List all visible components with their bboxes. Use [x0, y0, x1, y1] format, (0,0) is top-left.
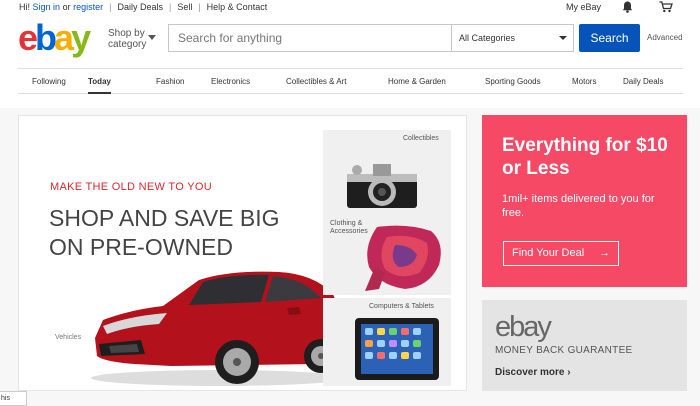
scarf-image: [365, 225, 441, 291]
help-contact-link[interactable]: Help & Contact: [207, 0, 268, 14]
collectibles-label: Collectibles: [403, 135, 439, 142]
divider: |: [109, 2, 112, 12]
category-select-value: All Categories: [459, 33, 516, 43]
chevron-right-icon: ›: [567, 367, 571, 378]
search-button[interactable]: Search: [579, 24, 640, 52]
my-ebay-link[interactable]: My eBay: [566, 0, 601, 14]
promo-title: Everything for $10 or Less: [502, 135, 668, 179]
bell-icon[interactable]: [622, 1, 633, 13]
find-your-deal-label: Find Your Deal: [512, 247, 585, 259]
caret-down-icon: [559, 36, 567, 40]
tab-daily-deals[interactable]: Daily Deals: [623, 69, 663, 94]
computers-tablets-tile[interactable]: Computers & Tablets: [323, 298, 451, 386]
divider: |: [168, 2, 172, 12]
discover-more-link[interactable]: Discover more ›: [495, 367, 571, 378]
hero-title: SHOP AND SAVE BIG ON PRE-OWNED: [49, 205, 280, 260]
sell-link[interactable]: Sell: [177, 0, 192, 14]
arrow-right-icon: →: [599, 247, 610, 259]
ebay-guarantee-logo: ebay: [495, 311, 552, 343]
promo-banner[interactable]: Everything for $10 or Less 1mil+ items d…: [482, 115, 687, 287]
discover-more-label: Discover more: [495, 367, 565, 378]
camera-image: [347, 164, 417, 208]
register-link[interactable]: register: [73, 0, 103, 14]
clothing-accessories-tile[interactable]: Clothing & Accessories: [323, 213, 451, 295]
bottom-tab[interactable]: his: [0, 391, 27, 406]
category-select[interactable]: All Categories: [451, 24, 574, 52]
tab-collectibles-art[interactable]: Collectibles & Art: [286, 69, 346, 94]
tab-following[interactable]: Following: [32, 69, 66, 94]
greeting: Hi!: [19, 2, 30, 12]
find-your-deal-button[interactable]: Find Your Deal →: [503, 241, 619, 266]
car-image[interactable]: [89, 258, 347, 388]
hero-tagline: MAKE THE OLD NEW TO YOU: [50, 181, 212, 193]
cart-icon[interactable]: [659, 1, 673, 13]
divider: |: [198, 2, 201, 12]
top-bar-left: Hi! Sign in or register | Daily Deals | …: [19, 0, 267, 14]
top-bar: Hi! Sign in or register | Daily Deals | …: [0, 0, 700, 14]
promo-subtitle: 1mil+ items delivered to you for free.: [502, 193, 655, 219]
tab-fashion[interactable]: Fashion: [156, 69, 184, 94]
ebay-logo[interactable]: ebay: [18, 20, 91, 56]
tablet-image: [355, 318, 439, 380]
tab-motors[interactable]: Motors: [572, 69, 596, 94]
tab-home-garden[interactable]: Home & Garden: [388, 69, 446, 94]
money-back-guarantee-banner[interactable]: ebay MONEY BACK GUARANTEE Discover more …: [482, 300, 687, 391]
search-input[interactable]: Search for anything: [168, 24, 451, 52]
hero-banner[interactable]: MAKE THE OLD NEW TO YOU SHOP AND SAVE BI…: [18, 115, 467, 391]
advanced-search-link[interactable]: Advanced: [647, 33, 683, 42]
collectibles-tile[interactable]: Collectibles: [323, 130, 451, 222]
daily-deals-link[interactable]: Daily Deals: [117, 0, 163, 14]
tab-electronics[interactable]: Electronics: [211, 69, 250, 94]
chevron-down-icon[interactable]: [148, 35, 156, 40]
category-nav: Following Today Fashion Electronics Coll…: [18, 68, 683, 94]
tab-today[interactable]: Today: [88, 69, 111, 94]
or-text: or: [62, 2, 71, 12]
sign-in-link[interactable]: Sign in: [33, 0, 61, 14]
tab-sporting-goods[interactable]: Sporting Goods: [485, 69, 541, 94]
money-back-guarantee-text: MONEY BACK GUARANTEE: [495, 345, 633, 356]
shop-by-category-button[interactable]: Shop by category: [108, 28, 150, 50]
vehicles-label[interactable]: Vehicles: [55, 334, 81, 341]
computers-tablets-label: Computers & Tablets: [369, 303, 434, 310]
